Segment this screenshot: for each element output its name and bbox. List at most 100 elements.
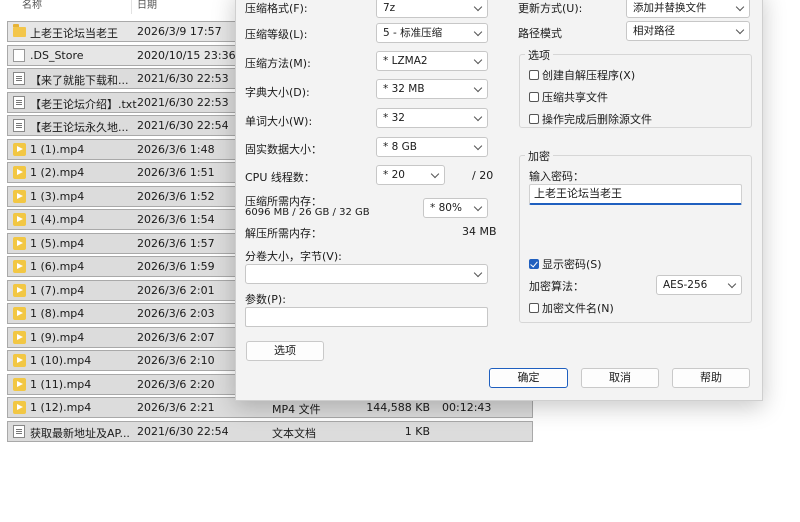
chevron-down-icon xyxy=(473,202,483,212)
file-date: 2026/3/6 2:03 xyxy=(137,307,215,320)
path-mode-label: 路径模式 xyxy=(518,27,562,40)
chevron-down-icon xyxy=(473,2,483,12)
word-size-value: * 32 xyxy=(383,112,405,124)
encryption-method-select[interactable]: AES-256 xyxy=(656,275,742,295)
file-name: .DS_Store xyxy=(30,48,84,62)
split-volume-combobox[interactable] xyxy=(245,264,488,284)
checkbox-box[interactable] xyxy=(529,92,539,102)
memory-percent-select[interactable]: * 80% xyxy=(423,198,488,218)
delete-after-checkbox[interactable]: 操作完成后删除源文件 xyxy=(529,111,652,127)
file-name: 【老王论坛永久地... xyxy=(30,121,129,134)
chevron-down-icon xyxy=(473,55,483,65)
help-button[interactable]: 帮助 xyxy=(672,368,750,388)
media-file-icon xyxy=(13,401,26,414)
file-name: 获取最新地址及AP... xyxy=(30,426,130,440)
file-date: 2026/3/6 1:48 xyxy=(137,142,215,156)
solid-block-value: * 8 GB xyxy=(383,141,417,153)
media-file-icon xyxy=(13,142,26,156)
file-name: 1 (12).mp4 xyxy=(30,401,92,414)
chevron-down-icon xyxy=(473,112,483,122)
solid-block-select[interactable]: * 8 GB xyxy=(376,137,488,157)
file-name: 1 (9).mp4 xyxy=(30,330,85,344)
encryption-method-label: 加密算法： xyxy=(529,280,584,293)
file-date: 2026/3/6 2:07 xyxy=(137,330,215,344)
column-header-date[interactable]: 日期 xyxy=(137,0,157,18)
file-name: 1 (7).mp4 xyxy=(30,283,85,297)
parameters-input[interactable] xyxy=(245,307,488,327)
chevron-down-icon xyxy=(473,141,483,151)
encrypt-names-checkbox[interactable]: 加密文件名(N) xyxy=(529,300,614,316)
password-input[interactable]: 上老王论坛当老王 xyxy=(529,184,742,205)
file-name: 1 (4).mp4 xyxy=(30,213,85,226)
file-name: 1 (2).mp4 xyxy=(30,166,85,179)
file-row[interactable]: 获取最新地址及AP... 2021/6/30 22:54 文本文档 1 KB xyxy=(7,420,533,442)
update-mode-select[interactable]: 添加并替换文件 xyxy=(626,0,750,18)
encryption-group-title: 加密 xyxy=(525,148,553,164)
checkbox-box[interactable] xyxy=(529,303,539,313)
chevron-down-icon xyxy=(473,27,483,37)
split-volume-label: 分卷大小，字节(V): xyxy=(245,250,342,263)
ok-button[interactable]: 确定 xyxy=(489,368,568,388)
cpu-threads-select[interactable]: * 20 xyxy=(376,165,445,185)
options-group-title: 选项 xyxy=(525,47,553,63)
column-header-name[interactable]: 名称 xyxy=(22,0,42,18)
level-value: 5 - 标准压缩 xyxy=(383,27,443,39)
chevron-down-icon xyxy=(735,2,745,12)
file-date: 2026/3/6 2:01 xyxy=(137,283,215,297)
dictionary-value: * 32 MB xyxy=(383,83,425,95)
media-file-icon xyxy=(13,354,26,367)
file-date: 2021/6/30 22:53 xyxy=(137,72,229,85)
compress-shared-checkbox[interactable]: 压缩共享文件 xyxy=(529,89,608,105)
checkbox-box[interactable] xyxy=(529,70,539,80)
file-date: 2026/3/9 17:57 xyxy=(137,25,222,38)
file-date: 2026/3/6 2:10 xyxy=(137,354,215,367)
decompress-memory-value: 34 MB xyxy=(462,225,497,238)
media-file-icon xyxy=(13,283,26,297)
column-divider[interactable] xyxy=(131,0,132,14)
options-button[interactable]: 选项 xyxy=(246,341,324,361)
file-name: 1 (3).mp4 xyxy=(30,189,85,203)
media-file-icon xyxy=(13,213,26,226)
file-size: 144,588 KB xyxy=(366,401,430,414)
word-size-label: 单词大小(W): xyxy=(245,115,313,128)
level-label: 压缩等级(L): xyxy=(245,28,308,41)
file-date: 2021/6/30 22:53 xyxy=(137,95,229,109)
memory-percent-value: * 80% xyxy=(430,202,462,214)
file-date: 2021/6/30 22:54 xyxy=(137,119,229,132)
file-date: 2026/3/6 1:52 xyxy=(137,189,215,203)
file-name: 上老王论坛当老王 xyxy=(30,27,118,40)
method-select[interactable]: * LZMA2 xyxy=(376,51,488,71)
cancel-button[interactable]: 取消 xyxy=(581,368,659,388)
show-password-checkbox[interactable]: 显示密码(S) xyxy=(529,256,602,272)
checkbox-box[interactable] xyxy=(529,259,539,269)
level-select[interactable]: 5 - 标准压缩 xyxy=(376,23,488,43)
file-name: 1 (1).mp4 xyxy=(30,142,85,156)
create-sfx-checkbox[interactable]: 创建自解压程序(X) xyxy=(529,67,635,83)
compress-shared-label: 压缩共享文件 xyxy=(542,91,608,104)
file-date: 2026/3/6 2:20 xyxy=(137,377,215,391)
password-label: 输入密码： xyxy=(529,170,584,183)
delete-after-label: 操作完成后删除源文件 xyxy=(542,113,652,126)
file-type: MP4 文件 xyxy=(272,403,321,416)
chevron-down-icon xyxy=(727,279,737,289)
compress-memory-detail: 6096 MB / 26 GB / 32 GB xyxy=(245,207,370,218)
format-value: 7z xyxy=(383,2,396,14)
file-date: 2026/3/6 1:51 xyxy=(137,166,215,179)
format-select[interactable]: 7z xyxy=(376,0,488,18)
update-mode-label: 更新方式(U): xyxy=(518,2,583,15)
format-label: 压缩格式(F): xyxy=(245,2,308,15)
method-label: 压缩方法(M): xyxy=(245,57,311,70)
chevron-down-icon xyxy=(735,25,745,35)
media-file-icon xyxy=(13,236,26,250)
cpu-threads-value: * 20 xyxy=(383,169,405,181)
word-size-select[interactable]: * 32 xyxy=(376,108,488,128)
file-name: 1 (5).mp4 xyxy=(30,236,85,250)
file-name: 1 (6).mp4 xyxy=(30,260,85,273)
dictionary-select[interactable]: * 32 MB xyxy=(376,79,488,99)
file-type: 文本文档 xyxy=(272,426,316,440)
method-value: * LZMA2 xyxy=(383,55,428,67)
decompress-memory-label: 解压所需内存： xyxy=(245,227,322,240)
path-mode-select[interactable]: 相对路径 xyxy=(626,21,750,41)
checkbox-box[interactable] xyxy=(529,114,539,124)
media-file-icon xyxy=(13,189,26,203)
